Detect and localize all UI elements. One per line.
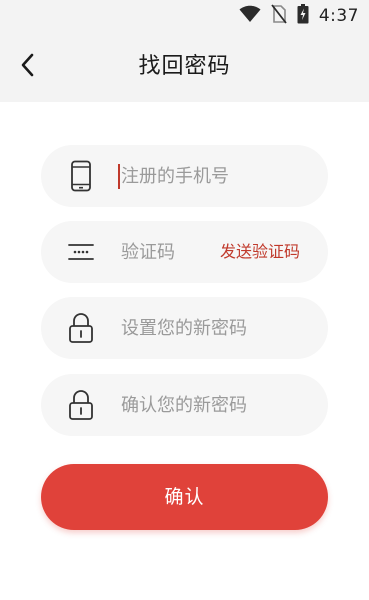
battery-charging-icon: [297, 4, 309, 28]
chevron-left-icon: [20, 53, 34, 81]
status-icons: 4:37: [239, 4, 359, 28]
phone-icon: [65, 160, 97, 192]
wifi-icon: [239, 5, 261, 27]
verification-code-input[interactable]: [121, 221, 211, 283]
verification-code-field[interactable]: 发送验证码: [41, 221, 328, 283]
status-bar: 4:37: [0, 0, 369, 30]
phone-input[interactable]: [121, 145, 311, 207]
back-button[interactable]: [10, 50, 44, 84]
send-code-button[interactable]: 发送验证码: [220, 221, 300, 283]
confirm-button[interactable]: 确认: [41, 464, 328, 530]
no-sim-icon: [271, 4, 287, 28]
lock-icon: [65, 389, 97, 421]
text-cursor: [118, 164, 120, 189]
phone-field[interactable]: [41, 145, 328, 207]
status-time: 4:37: [318, 6, 359, 26]
page-title: 找回密码: [138, 54, 231, 79]
lock-icon: [65, 312, 97, 344]
confirm-password-field[interactable]: [41, 374, 328, 436]
sms-code-icon: [65, 236, 97, 268]
header: 找回密码: [0, 30, 369, 102]
confirm-password-input[interactable]: [121, 374, 311, 436]
new-password-input[interactable]: [121, 297, 311, 359]
find-password-screen: 4:37 找回密码 注册的手机号 验证码 发送验证码 确认: [0, 0, 369, 600]
new-password-field[interactable]: [41, 297, 328, 359]
